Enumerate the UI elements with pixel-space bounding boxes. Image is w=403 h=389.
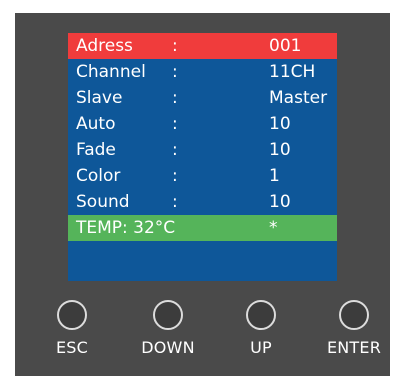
menu-row-separator: : [172,140,178,160]
menu-row-label: Channel [76,62,146,82]
menu-row-fade[interactable]: Fade : 10 [68,137,337,163]
menu-row-slave[interactable]: Slave : Master [68,85,337,111]
enter-button[interactable]: ENTER [309,300,399,370]
menu-row-label: Auto [76,114,116,134]
menu-row-value: 11CH [269,62,316,82]
esc-button[interactable]: ESC [27,300,117,370]
menu-row-value: 10 [269,114,291,134]
esc-button-knob[interactable] [57,300,87,330]
menu-row-separator: : [172,88,178,108]
up-button[interactable]: UP [216,300,306,370]
menu-row-separator: : [172,166,178,186]
down-button[interactable]: DOWN [123,300,213,370]
menu-row-value: 10 [269,192,291,212]
esc-button-label: ESC [55,338,89,357]
menu-row-separator: : [172,114,178,134]
up-button-label: UP [250,338,272,357]
menu-row-separator: : [172,62,178,82]
temperature-label: TEMP: 32°C [76,218,176,238]
menu-row-value: 10 [269,140,291,160]
down-button-label: DOWN [141,338,195,357]
enter-button-knob[interactable] [339,300,369,330]
temperature-indicator: * [269,218,278,238]
menu-row-label: Adress [76,36,133,56]
menu-row-separator: : [172,36,178,56]
menu-row-label: Slave [76,88,123,108]
enter-button-label: ENTER [326,338,382,357]
menu-row-auto[interactable]: Auto : 10 [68,111,337,137]
menu-row-value: Master [269,88,328,108]
menu-row-label: Sound [76,192,130,212]
up-button-knob[interactable] [246,300,276,330]
lcd-screen: Adress : 001 Channel : 11CH Slave : Mast… [68,33,337,281]
down-button-knob[interactable] [153,300,183,330]
menu-row-channel[interactable]: Channel : 11CH [68,59,337,85]
menu-row-label: Fade [76,140,116,160]
menu-row-sound[interactable]: Sound : 10 [68,189,337,215]
menu-row-value: 001 [269,36,302,56]
menu-row-value: 1 [269,166,280,186]
control-panel: Adress : 001 Channel : 11CH Slave : Mast… [15,13,390,376]
menu-row-adress[interactable]: Adress : 001 [68,33,337,59]
menu-row-separator: : [172,192,178,212]
menu-row-color[interactable]: Color : 1 [68,163,337,189]
menu-row-label: Color [76,166,121,186]
temperature-status-row: TEMP: 32°C * [68,215,337,241]
